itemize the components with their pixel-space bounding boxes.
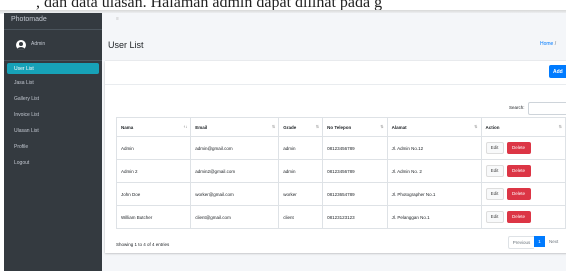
pagination-page-1[interactable]: 1: [534, 236, 545, 247]
column-header-alamat[interactable]: Alamat ⇅: [386, 117, 482, 137]
column-header-action[interactable]: Action ⇅: [480, 117, 566, 137]
breadcrumb-home[interactable]: Home: [540, 41, 553, 47]
sidebar-item-label: Logout: [14, 160, 30, 166]
column-header-label: Email: [195, 124, 208, 130]
sidebar-item-user-list[interactable]: User List: [7, 63, 99, 74]
sidebar-item-logout[interactable]: Logout: [7, 155, 99, 171]
delete-button[interactable]: Delete: [506, 165, 531, 177]
sidebar-item-label: Gallery List: [14, 96, 40, 102]
brand[interactable]: Photomade: [4, 13, 102, 30]
sort-icon: ⇅: [474, 124, 478, 129]
table-row: Admin 2 admin2@gmail.com admin 081234567…: [115, 159, 566, 183]
table-info: Showing 1 to 4 of 4 entries: [116, 242, 170, 247]
cell-alamat: Jl. Admin No.12: [386, 136, 482, 160]
breadcrumb: Home /: [540, 41, 556, 47]
brand-name[interactable]: Photomade: [11, 16, 47, 23]
edit-button[interactable]: Edit: [485, 142, 504, 154]
cell-alamat: Jl. Admin No. 2: [386, 159, 482, 183]
column-header-label: Alamat: [391, 124, 407, 130]
column-header-label: Action: [485, 124, 500, 130]
table-row: Admin admin@gmail.com admin 08123456789 …: [115, 136, 566, 160]
column-header-nama[interactable]: Nama ↑↓: [115, 117, 192, 137]
delete-button[interactable]: Delete: [506, 188, 531, 200]
cell-telepon: 08123123123: [322, 205, 388, 229]
sort-icon: ⇅: [315, 124, 320, 129]
edit-button[interactable]: Edit: [485, 188, 504, 200]
cell-nama: John Doe: [115, 182, 192, 206]
sidebar-item-label: Profile: [14, 144, 29, 150]
sidebar-item-gallery-list[interactable]: Gallery List: [7, 91, 99, 107]
sidebar-item-label: User List: [14, 66, 34, 72]
cell-alamat: Jl. Photographer No.1: [386, 182, 482, 206]
cell-telepon: 08123456789: [322, 159, 388, 183]
table-row: John Doe worker@gmail.com worker 0812365…: [115, 182, 566, 206]
delete-button[interactable]: Delete: [506, 142, 531, 154]
column-header-label: Grade: [283, 124, 297, 130]
column-header-label: No Telepon: [327, 124, 352, 130]
sidebar-item-invoice-list[interactable]: Invoice List: [7, 107, 99, 123]
sidebar-item-ulasan-list[interactable]: Ulasan List: [7, 123, 99, 139]
sidebar-item-label: Invoice List: [14, 112, 40, 118]
cell-action: Edit Delete: [480, 205, 566, 229]
cell-action: Edit Delete: [480, 159, 566, 183]
cell-action: Edit Delete: [480, 136, 566, 160]
cell-nama: Admin 2: [115, 159, 192, 183]
column-header-email[interactable]: Email ⇅: [190, 117, 280, 137]
search-label: Search:: [509, 105, 525, 110]
user-avatar-icon: [16, 40, 26, 50]
table-header-row: Nama ↑↓ Email ⇅ Grade ⇅ No Telepon ⇅ Alamat ⇅…: [115, 117, 566, 137]
user-table: Nama ↑↓ Email ⇅ Grade ⇅ No Telepon ⇅ Alamat ⇅…: [115, 117, 566, 229]
main-content: ≡ User List Home / Add Search: Nama ↑↓ Em…: [102, 13, 566, 271]
search-input[interactable]: [528, 102, 566, 115]
sidebar-item-jasa-list[interactable]: Jasa List: [7, 75, 99, 91]
cell-grade: admin: [278, 136, 324, 160]
sidebar-item-label: Ulasan List: [14, 128, 39, 134]
cell-telepon: 08123456789: [322, 136, 388, 160]
cell-email: client@gmail.com: [190, 205, 280, 229]
cell-telepon: 08123654789: [322, 182, 388, 206]
edit-button[interactable]: Edit: [485, 211, 504, 223]
page-title: User List: [108, 40, 144, 50]
user-name[interactable]: Admin: [31, 41, 45, 47]
column-header-label: Nama: [121, 124, 134, 130]
sidebar-nav: User List Jasa List Gallery List Invoice…: [4, 63, 102, 171]
breadcrumb-separator: /: [554, 41, 557, 47]
cell-email: admin@gmail.com: [190, 136, 280, 160]
sidebar-item-profile[interactable]: Profile: [7, 139, 99, 155]
cell-grade: worker: [278, 182, 324, 206]
collapse-menu-icon[interactable]: ≡: [116, 16, 119, 22]
cell-action: Edit Delete: [480, 182, 566, 206]
add-button-label: Add: [553, 69, 563, 75]
sort-icon: ⇅: [380, 124, 384, 129]
add-user-button[interactable]: Add: [549, 65, 566, 78]
delete-button[interactable]: Delete: [506, 211, 531, 223]
cell-nama: Admin: [115, 136, 192, 160]
cell-email: worker@gmail.com: [190, 182, 280, 206]
sort-icon: ↑↓: [183, 124, 188, 129]
cell-grade: client: [278, 205, 324, 229]
sort-icon: ⇅: [271, 124, 276, 129]
sidebar-item-label: Jasa List: [14, 80, 34, 86]
sidebar: Photomade Admin User List Jasa List Gall…: [4, 13, 102, 271]
cell-email: admin2@gmail.com: [190, 159, 280, 183]
card-divider: [105, 84, 566, 85]
pagination-next[interactable]: Next: [545, 236, 566, 247]
edit-button[interactable]: Edit: [485, 165, 504, 177]
column-header-no-telepon[interactable]: No Telepon ⇅: [322, 117, 388, 137]
cell-alamat: Jl. Pelanggan No.1: [386, 205, 482, 229]
pagination-previous[interactable]: Previous: [508, 236, 534, 249]
sort-icon: ⇅: [558, 124, 562, 129]
column-header-grade[interactable]: Grade ⇅: [278, 117, 324, 137]
user-panel: Admin: [4, 30, 102, 61]
cell-grade: admin: [278, 159, 324, 183]
cell-nama: William Butcher: [115, 205, 192, 229]
table-row: William Butcher client@gmail.com client …: [115, 205, 566, 229]
